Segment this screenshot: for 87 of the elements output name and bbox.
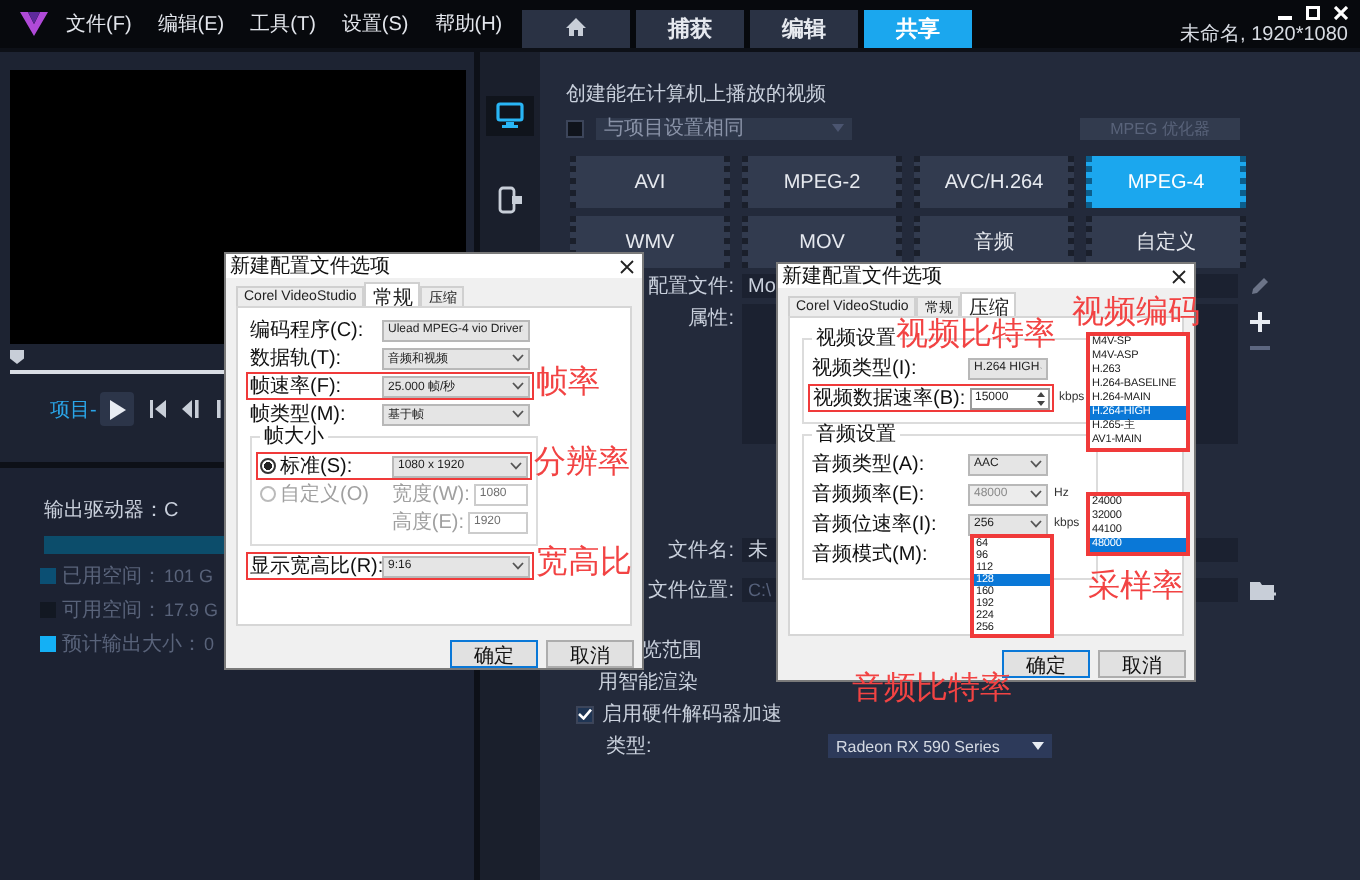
maximize-icon[interactable] <box>1306 6 1320 20</box>
home-icon <box>566 17 587 35</box>
annotation-label: 帧率 <box>536 366 600 402</box>
radio-button[interactable] <box>260 458 276 474</box>
minus-icon[interactable] <box>1250 346 1270 352</box>
close-icon[interactable] <box>1172 269 1186 283</box>
check-icon <box>578 708 592 720</box>
annotation-label: 采样率 <box>1088 570 1184 606</box>
legend-label: 预计输出大小： <box>62 631 202 658</box>
field-label: 数据轨(T): <box>250 345 344 372</box>
dialog-tab[interactable]: 压缩 <box>960 292 1017 316</box>
checkbox[interactable] <box>576 705 594 723</box>
annotation-label: 视频比特率 <box>896 318 1056 354</box>
project-label[interactable]: 项目- <box>50 395 97 423</box>
cancel-button[interactable]: 取消 <box>1098 650 1186 678</box>
field-label: 编码程序(C): <box>250 317 366 344</box>
menu-item[interactable]: 工具(T) <box>250 10 316 38</box>
field-label: 显示宽高比(R): <box>250 553 382 580</box>
step-back-icon[interactable] <box>182 400 201 418</box>
field-label: 高度(E): <box>391 509 464 536</box>
panel-title: 创建能在计算机上播放的视频 <box>566 81 828 108</box>
field-label: 音频位速率(I): <box>812 511 939 538</box>
legend-label: 已用空间： <box>62 563 162 590</box>
slider-thumb[interactable] <box>10 350 24 364</box>
logo-icon <box>18 10 50 38</box>
field-label: 视频数据速率(B): <box>813 385 968 412</box>
project-settings-dropdown[interactable]: 与项目设置相同 <box>596 117 852 139</box>
ok-button[interactable]: 确定 <box>450 640 538 668</box>
group-title: 音频设置 <box>812 424 900 446</box>
format-button[interactable]: 自定义 <box>1086 216 1246 268</box>
field-label: 视频类型(I): <box>812 355 919 382</box>
annotation-label: 音频比特率 <box>852 672 1012 708</box>
field-label: 音频类型(A): <box>812 451 927 478</box>
dialog-tab[interactable]: 常规 <box>364 282 421 306</box>
annotation-label: 宽高比 <box>536 546 632 582</box>
field-label: 类型: <box>606 733 654 760</box>
field-label: 帧类型(M): <box>250 401 348 426</box>
format-button[interactable]: AVC/H.264 <box>914 156 1074 208</box>
annotation-label: 分辨率 <box>534 446 630 482</box>
menu-item[interactable]: 文件(F) <box>66 10 132 38</box>
spinner-icon <box>1035 389 1045 407</box>
option-label: 览范围 <box>642 637 702 664</box>
checkbox[interactable] <box>566 119 584 137</box>
close-icon[interactable] <box>620 259 634 273</box>
menu-item[interactable]: 编辑(E) <box>157 10 225 38</box>
format-button[interactable]: MPEG-2 <box>742 156 902 208</box>
group-title: 视频设置 <box>812 328 900 350</box>
legend-label: 可用空间： <box>62 597 162 624</box>
menu-item[interactable]: 设置(S) <box>341 10 409 38</box>
drive-label: 输出驱动器：C <box>44 497 179 524</box>
option-label: 启用硬件解码器加速 <box>602 701 782 728</box>
legend-value: 17.9 G <box>164 600 219 620</box>
decoder-dropdown[interactable]: Radeon RX 590 Series <box>828 734 1052 758</box>
field-label: 文件名: <box>668 537 734 564</box>
field-label: 帧速率(F): <box>250 373 344 400</box>
phone-icon <box>496 186 524 214</box>
radio-label: 自定义(O) <box>280 481 369 508</box>
ok-button[interactable]: 确定 <box>1002 650 1090 678</box>
dialog-title: 新建配置文件选项 <box>782 263 942 290</box>
pencil-icon[interactable] <box>1250 276 1270 296</box>
field-label: 宽度(W): <box>392 481 470 508</box>
menu-item[interactable]: 帮助(H) <box>434 10 503 38</box>
play-button[interactable] <box>100 392 135 426</box>
cancel-button[interactable]: 取消 <box>546 640 634 668</box>
home-tab[interactable] <box>522 10 631 48</box>
option-label: 用智能渲染 <box>598 669 698 696</box>
plus-icon[interactable] <box>1250 312 1270 332</box>
field-label: 音频模式(M): <box>812 541 930 568</box>
field-label: 配置文件: <box>648 273 734 300</box>
field-label: 属性: <box>688 305 734 332</box>
legend-value: 101 G <box>164 566 214 586</box>
project-info: 未命名, 1920*1080 <box>1180 21 1348 48</box>
field-label: 文件位置: <box>648 577 734 604</box>
format-button[interactable]: MOV <box>742 216 902 268</box>
play-icon <box>109 399 126 419</box>
computer-tab[interactable] <box>486 96 534 136</box>
legend-value: 0 <box>204 634 215 654</box>
field-label: 音频频率(E): <box>812 481 927 508</box>
tab[interactable]: 编辑 <box>750 10 859 48</box>
group-title: 帧大小 <box>260 426 328 448</box>
tab[interactable]: 捕获 <box>636 10 745 48</box>
folder-icon[interactable] <box>1250 579 1276 601</box>
skip-start-icon[interactable] <box>150 400 167 418</box>
dialog-title: 新建配置文件选项 <box>230 253 390 280</box>
radio-label: 标准(S): <box>280 453 353 480</box>
format-button[interactable]: AVI <box>570 156 730 208</box>
monitor-icon <box>496 102 524 130</box>
